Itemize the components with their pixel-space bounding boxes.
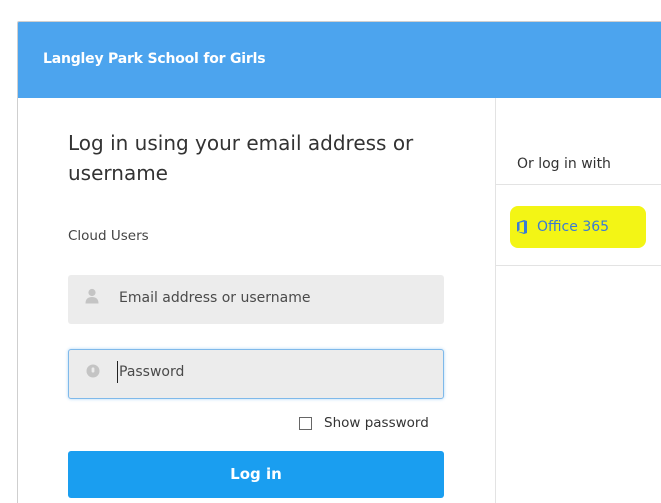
email-placeholder: Email address or username [119,290,311,306]
section-label: Cloud Users [68,228,149,244]
alt-login-divider-top [496,184,661,185]
school-name: Langley Park School for Girls [43,51,266,67]
office-365-label: Office 365 [537,219,610,235]
lock-icon [86,364,100,378]
show-password-toggle[interactable]: Show password [299,415,429,431]
login-heading: Log in using your email address or usern… [68,131,414,185]
credentials-panel: Log in using your email address or usern… [18,98,495,503]
password-placeholder: Password [119,364,185,380]
header-bar: Langley Park School for Girls [18,22,661,98]
office-365-login-link[interactable]: Office 365 [516,219,609,235]
office-365-icon [517,220,527,234]
user-icon [85,288,99,304]
password-field[interactable]: Password [68,349,444,399]
show-password-label: Show password [324,415,429,431]
text-caret [117,361,118,383]
email-field[interactable]: Email address or username [68,275,444,324]
show-password-checkbox[interactable] [299,416,312,430]
alternative-login-panel: Or log in with Office 365 [496,98,661,503]
alt-login-heading: Or log in with [517,156,611,172]
login-button[interactable]: Log in [68,451,444,498]
login-card: Langley Park School for Girls Log in usi… [17,21,661,503]
alt-login-divider-bottom [496,265,661,266]
